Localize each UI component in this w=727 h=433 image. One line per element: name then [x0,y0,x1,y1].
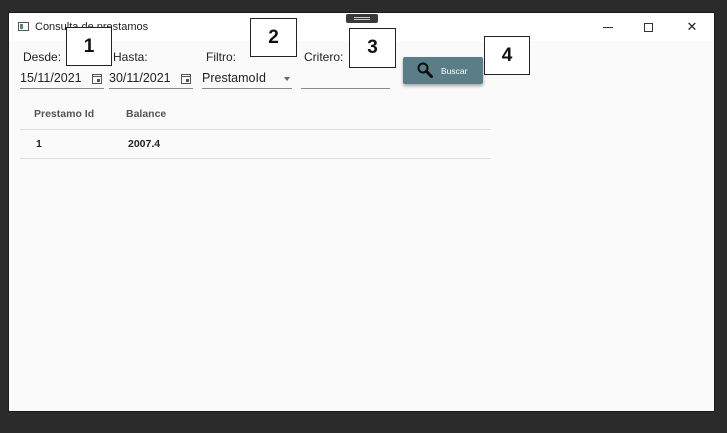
buscar-label: Buscar [441,66,468,76]
calendar-icon[interactable] [181,74,191,84]
filtro-selected-value: PrestamoId [202,71,266,85]
cell-prestamo-id: 1 [36,138,42,150]
maximize-button[interactable] [626,13,670,41]
chevron-down-icon [284,77,290,81]
close-icon: ✕ [686,19,698,34]
desde-date-picker[interactable]: 15/11/2021 [20,70,104,89]
search-icon [417,62,433,78]
drag-handle[interactable] [346,14,378,23]
close-button[interactable]: ✕ [670,13,714,41]
header-divider [20,129,491,130]
buscar-button[interactable]: Buscar [403,57,483,84]
hasta-date-picker[interactable]: 30/11/2021 [109,70,193,89]
maximize-icon [643,22,653,32]
column-header-prestamo-id[interactable]: Prestamo Id [34,108,94,120]
criterio-label: Critero: [304,50,344,64]
app-icon [18,22,29,31]
criterio-input[interactable] [301,70,390,89]
callout-2: 2 [250,18,297,57]
calendar-icon[interactable] [92,74,102,84]
cell-balance: 2007.4 [128,138,161,150]
desde-date-value: 15/11/2021 [20,71,82,85]
app-window: Consulta de prestamos ✕ Desde: Hasta: Fi… [9,13,714,411]
minimize-button[interactable] [586,13,630,41]
hasta-label: Hasta: [113,50,148,64]
callout-1: 1 [66,27,112,66]
row-divider [20,158,491,159]
minimize-icon [603,26,613,28]
column-header-balance[interactable]: Balance [126,108,166,120]
filtro-select[interactable]: PrestamoId [202,70,292,89]
callout-4: 4 [484,36,530,75]
callout-3: 3 [349,28,396,68]
hasta-date-value: 30/11/2021 [109,71,171,85]
filtro-label: Filtro: [206,50,236,64]
desde-label: Desde: [23,50,62,64]
